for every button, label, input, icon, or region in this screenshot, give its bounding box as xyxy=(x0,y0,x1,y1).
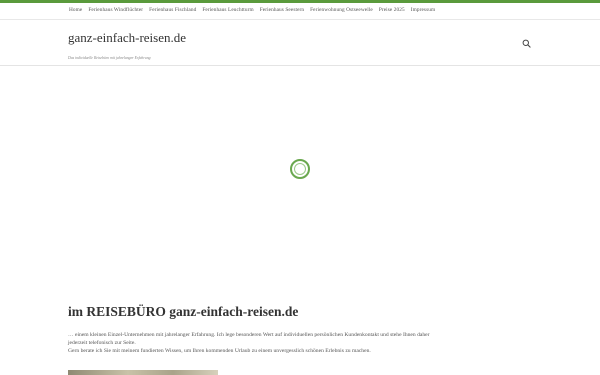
top-navigation: Home Ferienhaus Windflüchter Ferienhaus … xyxy=(0,3,600,20)
nav-item-home[interactable]: Home xyxy=(66,7,85,13)
loading-spinner-icon xyxy=(290,159,310,179)
nav-item-preise-2025[interactable]: Preise 2025 xyxy=(376,7,408,13)
nav-item-ferienwohnung-ostseewelle[interactable]: Ferienwohnung Ostseewelle xyxy=(307,7,376,13)
nav-item-ferienhaus-windfluechter[interactable]: Ferienhaus Windflüchter xyxy=(85,7,146,13)
site-header: ganz-einfach-reisen.de Das individuelle … xyxy=(0,21,600,66)
intro-line: jederzeit telefonisch zur Seite. xyxy=(68,340,136,347)
site-tagline: Das individuelle Reisebüro mit jahrelang… xyxy=(68,56,151,60)
nav-item-impressum[interactable]: Impressum xyxy=(408,7,438,13)
search-icon[interactable] xyxy=(522,39,531,48)
intro-text: … einem kleinen Einzel-Unternehmen mit j… xyxy=(68,331,538,356)
nav-item-ferienhaus-fischland[interactable]: Ferienhaus Fischland xyxy=(146,7,199,13)
page-heading: im REISEBÜRO ganz-einfach-reisen.de xyxy=(68,304,299,319)
intro-line: … einem kleinen Einzel-Unternehmen mit j… xyxy=(68,332,430,338)
nav-item-ferienhaus-leuchtturm[interactable]: Ferienhaus Leuchtturm xyxy=(199,7,256,13)
nav-item-ferienhaus-seestern[interactable]: Ferienhaus Seestern xyxy=(257,7,307,13)
hero-slider xyxy=(0,67,600,297)
intro-line: Gern berate ich Sie mit meinem fundierte… xyxy=(68,348,371,355)
content-image xyxy=(68,370,218,375)
site-title-link[interactable]: ganz-einfach-reisen.de xyxy=(68,30,186,46)
